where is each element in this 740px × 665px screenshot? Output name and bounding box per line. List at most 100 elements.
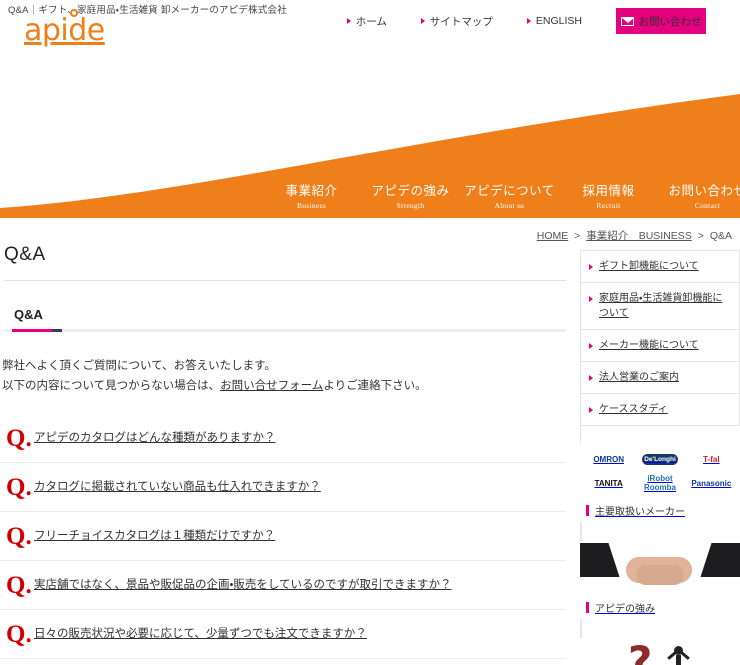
question-list: Q. アピデのカタログはどんな種類がありますか？ Q. カタログに掲載されていな… bbox=[0, 414, 570, 665]
envelope-icon bbox=[620, 16, 634, 26]
sidebar-menu: ギフト卸機能について 家庭用品・生活雑貨卸機能について メーカー機能について 法… bbox=[580, 250, 740, 426]
mainnav-label-en: Recruit bbox=[596, 200, 621, 210]
topnav-label: サイトマップ bbox=[429, 15, 493, 28]
breadcrumb-separator: > bbox=[697, 230, 704, 242]
site-logo[interactable]: apide bbox=[24, 9, 105, 48]
contact-button-label: お問い合わせ bbox=[638, 15, 702, 28]
question-marker-icon: Q. bbox=[6, 473, 32, 501]
sidebar-item-label: メーカー機能について bbox=[599, 340, 699, 351]
mainnav-item-recruit[interactable]: 採用情報 Recruit bbox=[559, 180, 658, 210]
sidebar-item-gift[interactable]: ギフト卸機能について bbox=[581, 251, 739, 283]
intro-text: 弊社へよく頂くご質問について、お答えいたします。 以下の内容について見つからない… bbox=[2, 356, 570, 396]
breadcrumb-home[interactable]: HOME bbox=[537, 230, 569, 242]
mainnav-item-about[interactable]: アピデについて About us bbox=[460, 180, 559, 210]
sidebar-item-case-study[interactable]: ケーススタディ bbox=[581, 394, 739, 426]
contact-form-link[interactable]: お問い合せフォーム bbox=[220, 380, 323, 392]
question-row[interactable]: Q. カタログに掲載されていない商品も仕入れできますか？ bbox=[0, 463, 566, 512]
topnav-item-sitemap[interactable]: サイトマップ bbox=[420, 14, 493, 29]
intro-line-2: 以下の内容について見つからない場合は、お問い合せフォームよりご連絡下さい。 bbox=[2, 376, 570, 396]
mainnav-label-en: Business bbox=[296, 200, 327, 210]
sidebar-item-corporate-sales[interactable]: 法人営業のご案内 bbox=[581, 362, 739, 394]
logo-dot-icon bbox=[70, 9, 78, 17]
triangle-bullet-icon bbox=[589, 343, 593, 349]
question-row[interactable]: Q. アピデのカタログはどんな種類がありますか？ bbox=[0, 414, 566, 463]
topnav-label: ENGLISH bbox=[535, 15, 582, 27]
mainnav-item-contact[interactable]: お問い合わせ Contact bbox=[658, 180, 740, 210]
logo-omron: OMRON bbox=[593, 454, 624, 464]
triangle-bullet-icon bbox=[346, 18, 351, 24]
topnav-item-english[interactable]: ENGLISH bbox=[526, 15, 582, 27]
question-row[interactable]: Q. 実店舗ではなく、景品や販促品の企画・販売をしているのですが取引できますか？ bbox=[0, 561, 566, 610]
mainnav-label-ja: アピデについて bbox=[464, 183, 555, 198]
sidebar-item-label: ケーススタディ bbox=[599, 404, 668, 415]
mainnav-label-en: Contact bbox=[694, 200, 721, 210]
intro-line-1: 弊社へよく頂くご質問について、お答えいたします。 bbox=[2, 360, 276, 372]
banner-case-study[interactable]: ? ケーススタディ bbox=[580, 619, 740, 665]
section-underline-pink bbox=[12, 329, 52, 332]
question-link[interactable]: 実店舗ではなく、景品や販促品の企画・販売をしているのですが取引できますか？ bbox=[34, 577, 452, 594]
topnav-item-home[interactable]: ホーム bbox=[346, 14, 387, 29]
sidebar-item-household[interactable]: 家庭用品・生活雑貨卸機能について bbox=[581, 283, 739, 330]
logo-tanita: TANITA bbox=[594, 478, 623, 488]
banner-makers[interactable]: OMRON De'Longhi T-fal TANITA iRobot Room… bbox=[580, 425, 740, 541]
hand-shape-overlay bbox=[636, 565, 684, 585]
question-link[interactable]: アピデのカタログはどんな種類がありますか？ bbox=[34, 430, 276, 447]
logo-irobot: iRobot Roomba bbox=[643, 474, 676, 493]
triangle-bullet-icon bbox=[589, 296, 593, 302]
page-title: Q&A bbox=[4, 244, 46, 265]
question-link[interactable]: フリーチョイスカタログは１種類だけですか？ bbox=[34, 528, 275, 545]
main-navigation: 事業紹介 Business アピデの強み Strength アピデについて Ab… bbox=[0, 171, 740, 218]
banner-caption: 主要取扱いメーカー bbox=[580, 498, 740, 523]
logo-delonghi-wrap: De'Longhi bbox=[635, 450, 684, 469]
intro-text-before: 以下の内容について見つからない場合は、 bbox=[2, 380, 221, 392]
main-content: Q&A Q&A 弊社へよく頂くご質問について、お答えいたします。 以下の内容につ… bbox=[0, 244, 570, 665]
mainnav-label-ja: 事業紹介 bbox=[285, 183, 338, 198]
breadcrumb-business[interactable]: 事業紹介 BUSINESS bbox=[586, 230, 692, 242]
banner-strength[interactable]: アピデの強み bbox=[580, 522, 740, 638]
logo-tfal: T-fal bbox=[703, 454, 720, 464]
breadcrumb: HOME > 事業紹介 BUSINESS > Q&A bbox=[537, 228, 732, 243]
logo-text: apide bbox=[24, 13, 105, 48]
mainnav-item-strength[interactable]: アピデの強み Strength bbox=[361, 180, 460, 210]
suit-sleeve-right bbox=[700, 543, 740, 577]
maker-logo-grid: OMRON De'Longhi T-fal TANITA iRobot Room… bbox=[580, 444, 740, 498]
mainnav-label-ja: お問い合わせ bbox=[668, 183, 740, 198]
mainnav-label-en: About us bbox=[494, 200, 525, 210]
question-marker-icon: Q. bbox=[6, 522, 32, 550]
question-link[interactable]: 日々の販売状況や必要に応じて、少量ずつでも注文できますか？ bbox=[34, 626, 367, 643]
hero-banner: 事業紹介 Business アピデの強み Strength アピデについて Ab… bbox=[0, 60, 740, 218]
sidebar-item-label: 家庭用品・生活雑貨卸機能について bbox=[599, 293, 723, 319]
sidebar: ギフト卸機能について 家庭用品・生活雑貨卸機能について メーカー機能について 法… bbox=[580, 250, 740, 665]
mainnav-label-en: Strength bbox=[396, 200, 425, 210]
banner-caption: アピデの強み bbox=[580, 595, 740, 620]
triangle-bullet-icon bbox=[589, 375, 593, 381]
topnav-label: ホーム bbox=[355, 15, 387, 28]
triangle-bullet-icon bbox=[526, 18, 531, 24]
question-row-partial[interactable]: Q. bbox=[0, 659, 566, 665]
sidebar-item-label: ギフト卸機能について bbox=[599, 261, 699, 272]
banner-caption-label: 主要取扱いメーカー bbox=[595, 507, 685, 518]
figure-arm-right bbox=[680, 651, 690, 660]
question-mark-figure-image: ? bbox=[580, 638, 740, 665]
logo-delonghi: De'Longhi bbox=[642, 453, 678, 465]
breadcrumb-current: Q&A bbox=[709, 230, 732, 242]
title-divider bbox=[4, 280, 566, 281]
page-root: Q&A｜ギフト、家庭用品・生活雑貨 卸メーカーのアピデ株式会社 apide ホー… bbox=[0, 0, 740, 665]
intro-text-after: よりご連絡下さい。 bbox=[323, 380, 427, 392]
question-row[interactable]: Q. フリーチョイスカタログは１種類だけですか？ bbox=[0, 512, 566, 561]
triangle-bullet-icon bbox=[589, 407, 593, 413]
suit-sleeve-left bbox=[580, 543, 620, 577]
section-title: Q&A bbox=[14, 307, 43, 322]
question-row[interactable]: Q. 日々の販売状況や必要に応じて、少量ずつでも注文できますか？ bbox=[0, 610, 566, 659]
mainnav-item-business[interactable]: 事業紹介 Business bbox=[262, 180, 361, 210]
caption-bar-icon bbox=[586, 602, 589, 613]
section-underline bbox=[4, 329, 566, 332]
question-link[interactable]: カタログに掲載されていない商品も仕入れできますか？ bbox=[34, 479, 321, 496]
mainnav-label-ja: アピデの強み bbox=[371, 183, 450, 198]
top-navigation: ホーム サイトマップ ENGLISH お問い合わせ bbox=[346, 8, 740, 34]
sidebar-item-maker[interactable]: メーカー機能について bbox=[581, 330, 739, 362]
logo-panasonic: Panasonic bbox=[691, 478, 732, 488]
contact-button[interactable]: お問い合わせ bbox=[616, 8, 706, 34]
handshake-image bbox=[580, 541, 740, 595]
banner-caption-label: アピデの強み bbox=[595, 604, 655, 615]
